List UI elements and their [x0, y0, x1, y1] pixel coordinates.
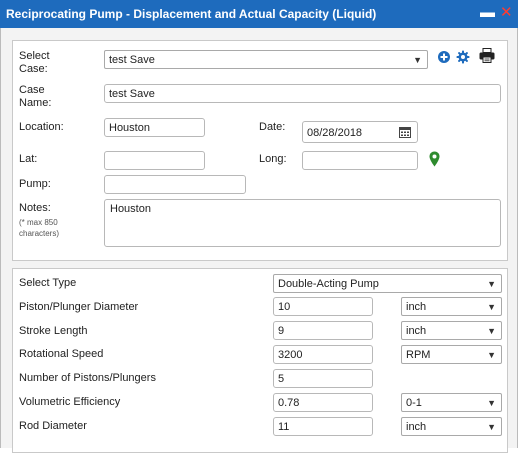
pump-parameters-panel: Select Type Double-Acting Pump ▼ Piston/… [12, 268, 508, 453]
chevron-down-icon: ▼ [487, 350, 496, 360]
rod-diameter-input[interactable]: 11 [273, 417, 373, 436]
chevron-down-icon: ▼ [487, 326, 496, 336]
stroke-length-input[interactable]: 9 [273, 321, 373, 340]
long-label: Long: [259, 153, 287, 165]
date-label: Date: [259, 121, 286, 133]
chevron-down-icon: ▼ [487, 422, 496, 432]
select-case-dropdown[interactable]: test Save ▼ [104, 50, 428, 69]
lat-input[interactable] [104, 151, 205, 170]
chevron-down-icon: ▼ [487, 302, 496, 312]
calendar-icon[interactable] [399, 126, 411, 138]
rotational-speed-unit-select[interactable]: RPM ▼ [401, 345, 502, 364]
param-label: Rod Diameter [19, 420, 87, 432]
lat-label: Lat: [19, 153, 38, 165]
notes-textarea[interactable]: Houston [104, 199, 501, 247]
param-label: Piston/Plunger Diameter [19, 301, 139, 313]
gear-icon[interactable] [456, 50, 470, 64]
minimize-button[interactable]: ▬ [480, 3, 495, 23]
unit-value: RPM [406, 349, 431, 361]
add-icon[interactable] [438, 51, 450, 63]
chevron-down-icon: ▼ [487, 398, 496, 408]
piston-diameter-input[interactable]: 10 [273, 297, 373, 316]
number-of-pistons-input[interactable]: 5 [273, 369, 373, 388]
date-value: 08/28/2018 [307, 127, 363, 139]
window-title: Reciprocating Pump - Displacement and Ac… [6, 7, 377, 21]
location-label: Location: [19, 121, 64, 133]
long-input[interactable] [302, 151, 418, 170]
print-icon[interactable] [479, 48, 495, 63]
case-name-input[interactable]: test Save [104, 84, 501, 103]
volumetric-efficiency-unit-select[interactable]: 0-1 ▼ [401, 393, 502, 412]
param-label: Volumetric Efficiency [19, 396, 121, 408]
chevron-down-icon: ▼ [413, 55, 422, 65]
rod-diameter-unit-select[interactable]: inch ▼ [401, 417, 502, 436]
select-type-label: Select Type [19, 277, 77, 289]
param-label: Rotational Speed [19, 348, 104, 360]
unit-value: inch [406, 301, 427, 313]
map-pin-icon[interactable] [429, 151, 440, 167]
unit-value: 0-1 [406, 397, 422, 409]
case-name-label: Case Name: [19, 84, 52, 109]
rotational-speed-input[interactable]: 3200 [273, 345, 373, 364]
unit-value: inch [406, 325, 427, 337]
location-input[interactable]: Houston [104, 118, 205, 137]
select-type-value: Double-Acting Pump [278, 278, 379, 290]
pump-label: Pump: [19, 178, 51, 190]
piston-diameter-unit-select[interactable]: inch ▼ [401, 297, 502, 316]
dialog-body: Select Case: test Save ▼ Case Name: test… [0, 28, 518, 453]
close-button[interactable]: ✕ [500, 3, 513, 23]
notes-hint: (* max 850 characters) [19, 218, 60, 238]
param-label: Stroke Length [19, 325, 88, 337]
param-label: Number of Pistons/Plungers [19, 372, 156, 384]
select-type-dropdown[interactable]: Double-Acting Pump ▼ [273, 274, 502, 293]
notes-label: Notes: [19, 202, 51, 214]
select-case-value: test Save [109, 54, 155, 66]
stroke-length-unit-select[interactable]: inch ▼ [401, 321, 502, 340]
pump-input[interactable] [104, 175, 246, 194]
chevron-down-icon: ▼ [487, 279, 496, 289]
select-case-label: Select Case: [19, 50, 50, 75]
unit-value: inch [406, 421, 427, 433]
window-titlebar: Reciprocating Pump - Displacement and Ac… [0, 0, 518, 28]
case-info-panel: Select Case: test Save ▼ Case Name: test… [12, 40, 508, 261]
volumetric-efficiency-input[interactable]: 0.78 [273, 393, 373, 412]
